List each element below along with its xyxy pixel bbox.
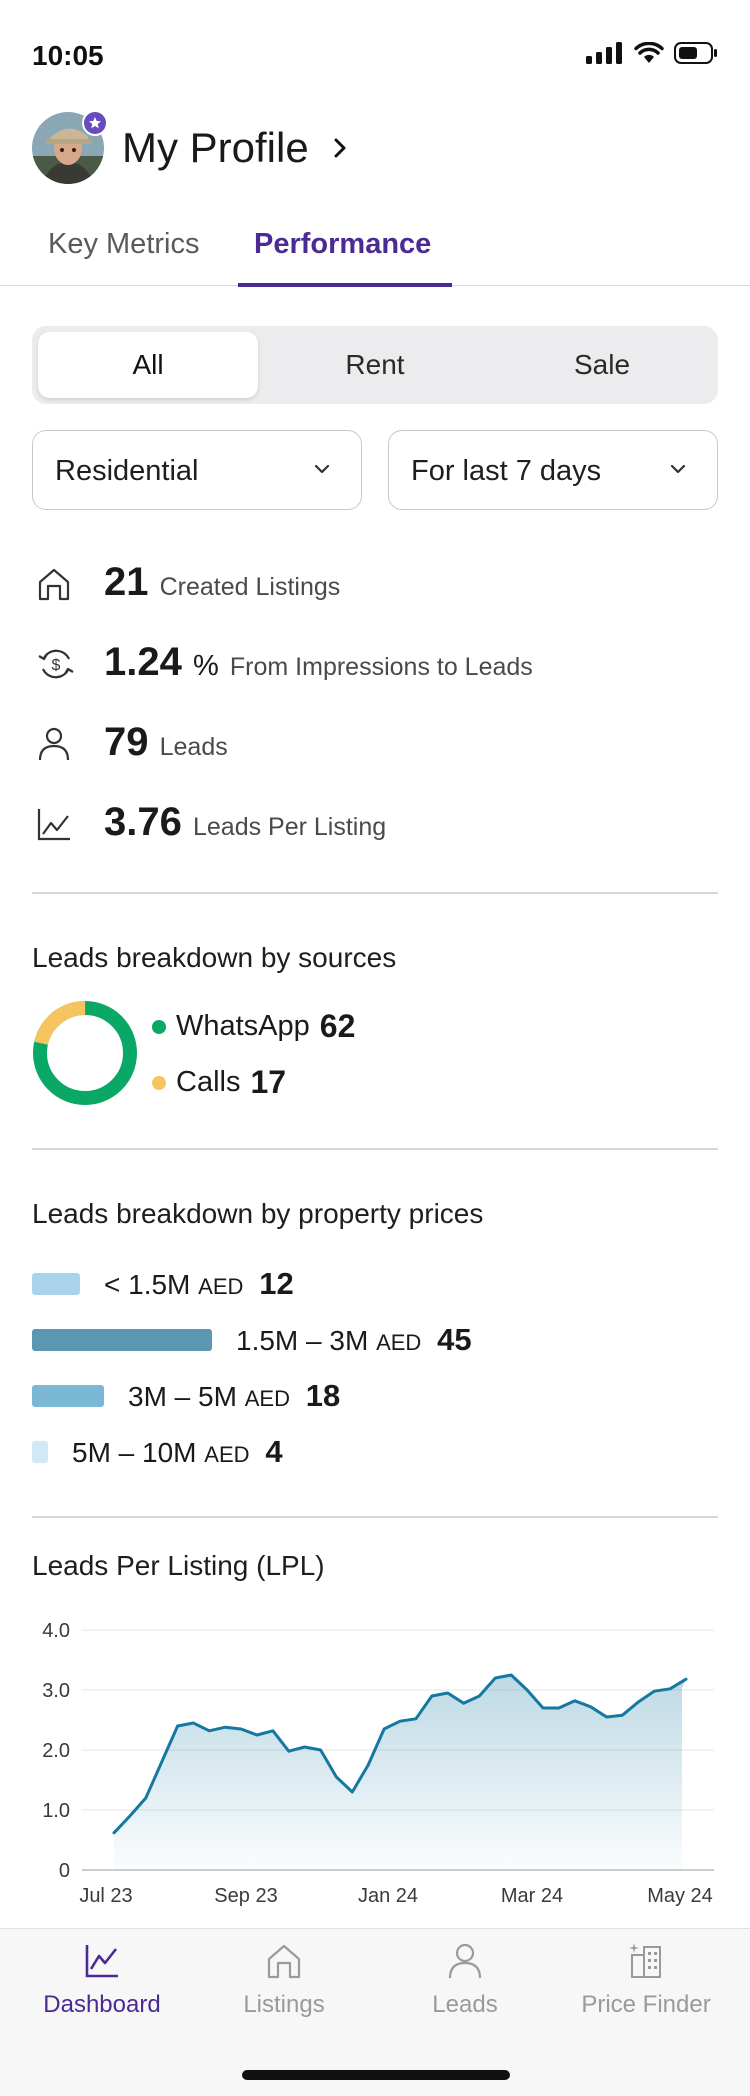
price-label: 5M – 10M AED 4 <box>72 1434 283 1469</box>
price-bar <box>32 1329 212 1351</box>
whatsapp-dot <box>152 1019 166 1034</box>
price-bar <box>32 1385 104 1407</box>
price-count: 12 <box>259 1266 294 1301</box>
price-row: 3M – 5M AED 18 <box>32 1374 340 1418</box>
person-icon <box>38 727 70 761</box>
signal-icon <box>586 42 622 64</box>
dashboard-icon <box>85 1945 118 1978</box>
y-tick-label: 4.0 <box>42 1620 70 1642</box>
x-tick-label: Sep 23 <box>214 1885 277 1907</box>
source-row-calls: Calls 17 <box>152 1064 286 1101</box>
svg-text:$: $ <box>52 657 61 674</box>
y-tick-label: 2.0 <box>42 1740 70 1762</box>
segment-rent[interactable]: Rent <box>265 332 485 398</box>
calls-dot <box>152 1075 166 1090</box>
price-bar <box>32 1273 80 1295</box>
nav-leads[interactable]: Leads <box>375 1941 555 2019</box>
divider <box>32 1516 718 1518</box>
segment-sale[interactable]: Sale <box>492 332 712 398</box>
tab-key-metrics[interactable]: Key Metrics <box>48 228 199 261</box>
price-row: < 1.5M AED 12 <box>32 1262 294 1306</box>
profile-header[interactable]: My Profile <box>32 110 347 186</box>
wifi-icon <box>634 42 664 63</box>
price-count: 45 <box>437 1322 472 1357</box>
divider <box>32 892 718 894</box>
period-value: For last 7 days <box>411 455 602 487</box>
chevron-right-icon[interactable] <box>333 137 347 159</box>
period-dropdown[interactable]: For last 7 days <box>388 430 718 510</box>
tab-performance[interactable]: Performance <box>254 228 431 261</box>
price-row: 5M – 10M AED 4 <box>32 1430 283 1474</box>
metric-value: 21 Created Listings <box>104 560 341 604</box>
top-tabs: Key Metrics Performance <box>0 210 750 287</box>
price-label: 1.5M – 3M AED 45 <box>236 1322 472 1357</box>
price-label: 3M – 5M AED 18 <box>128 1378 341 1413</box>
metric-label: Leads <box>159 733 228 761</box>
nav-listings[interactable]: Listings <box>194 1941 374 2019</box>
metric-label: Created Listings <box>159 573 341 601</box>
price-label: < 1.5M AED 12 <box>104 1266 294 1301</box>
status-time: 10:05 <box>32 40 104 71</box>
refresh-dollar-icon: $ <box>38 649 74 679</box>
listings-icon <box>267 1944 301 1979</box>
source-count: 17 <box>250 1064 287 1100</box>
source-name: WhatsApp <box>176 1010 310 1042</box>
metric-value: 3.76 Leads Per Listing <box>104 800 387 844</box>
status-bar: 10:05 <box>0 0 750 110</box>
home-indicator <box>242 2070 510 2080</box>
metric-value: 79 Leads <box>104 720 228 764</box>
source-count: 62 <box>319 1008 356 1044</box>
y-tick-label: 3.0 <box>42 1680 70 1702</box>
chevron-down-icon <box>314 464 330 474</box>
price-finder-icon <box>629 1943 661 1978</box>
line-chart-icon <box>37 809 70 841</box>
prices-section-title: Leads breakdown by property prices <box>32 1198 484 1229</box>
battery-icon <box>674 42 717 64</box>
sources-section-title: Leads breakdown by sources <box>32 942 397 973</box>
x-tick-label: Jul 23 <box>79 1885 132 1907</box>
y-tick-label: 0 <box>59 1860 70 1882</box>
metric-label: From Impressions to Leads <box>229 653 533 681</box>
property-type-value: Residential <box>55 455 199 487</box>
active-tab-indicator <box>238 283 452 287</box>
bottom-nav: Dashboard Listings Leads Price Finder <box>0 1928 750 2096</box>
segment-all[interactable]: All <box>38 332 258 398</box>
price-bar <box>32 1441 48 1463</box>
profile-title[interactable]: My Profile <box>122 124 309 172</box>
avatar[interactable] <box>32 110 108 184</box>
price-count: 4 <box>265 1434 283 1469</box>
donut-slice-calls <box>32 1001 137 1105</box>
price-row: 1.5M – 3M AED 45 <box>32 1318 472 1362</box>
metric-value: 1.24 % From Impressions to Leads <box>104 640 533 684</box>
nav-price-finder[interactable]: Price Finder <box>556 1941 736 2019</box>
lpl-area <box>114 1675 686 1870</box>
y-tick-label: 1.0 <box>42 1800 70 1822</box>
x-tick-label: Jan 24 <box>358 1885 418 1907</box>
house-icon <box>38 568 70 601</box>
lpl-area-chart: 0 1.0 2.0 3.0 4.0 Jul 23 Sep 23 Jan 24 Mar 24 May… <box>42 1620 714 1907</box>
sources-donut-chart <box>32 1001 137 1105</box>
lpl-section-title: Leads Per Listing (LPL) <box>32 1550 325 1581</box>
verified-badge-icon <box>82 110 108 136</box>
leads-icon <box>448 1943 482 1979</box>
x-tick-label: May 24 <box>647 1885 713 1907</box>
status-icons <box>586 42 718 64</box>
source-row-whatsapp: WhatsApp 62 <box>152 1008 355 1045</box>
listing-type-segmented-control: All Rent Sale <box>32 326 718 404</box>
metric-label: Leads Per Listing <box>192 813 387 841</box>
property-type-dropdown[interactable]: Residential <box>32 430 362 510</box>
x-tick-label: Mar 24 <box>501 1885 563 1907</box>
nav-dashboard[interactable]: Dashboard <box>12 1941 192 2019</box>
source-name: Calls <box>176 1066 241 1098</box>
price-count: 18 <box>305 1378 341 1413</box>
divider <box>32 1148 718 1150</box>
chevron-down-icon <box>670 464 686 474</box>
